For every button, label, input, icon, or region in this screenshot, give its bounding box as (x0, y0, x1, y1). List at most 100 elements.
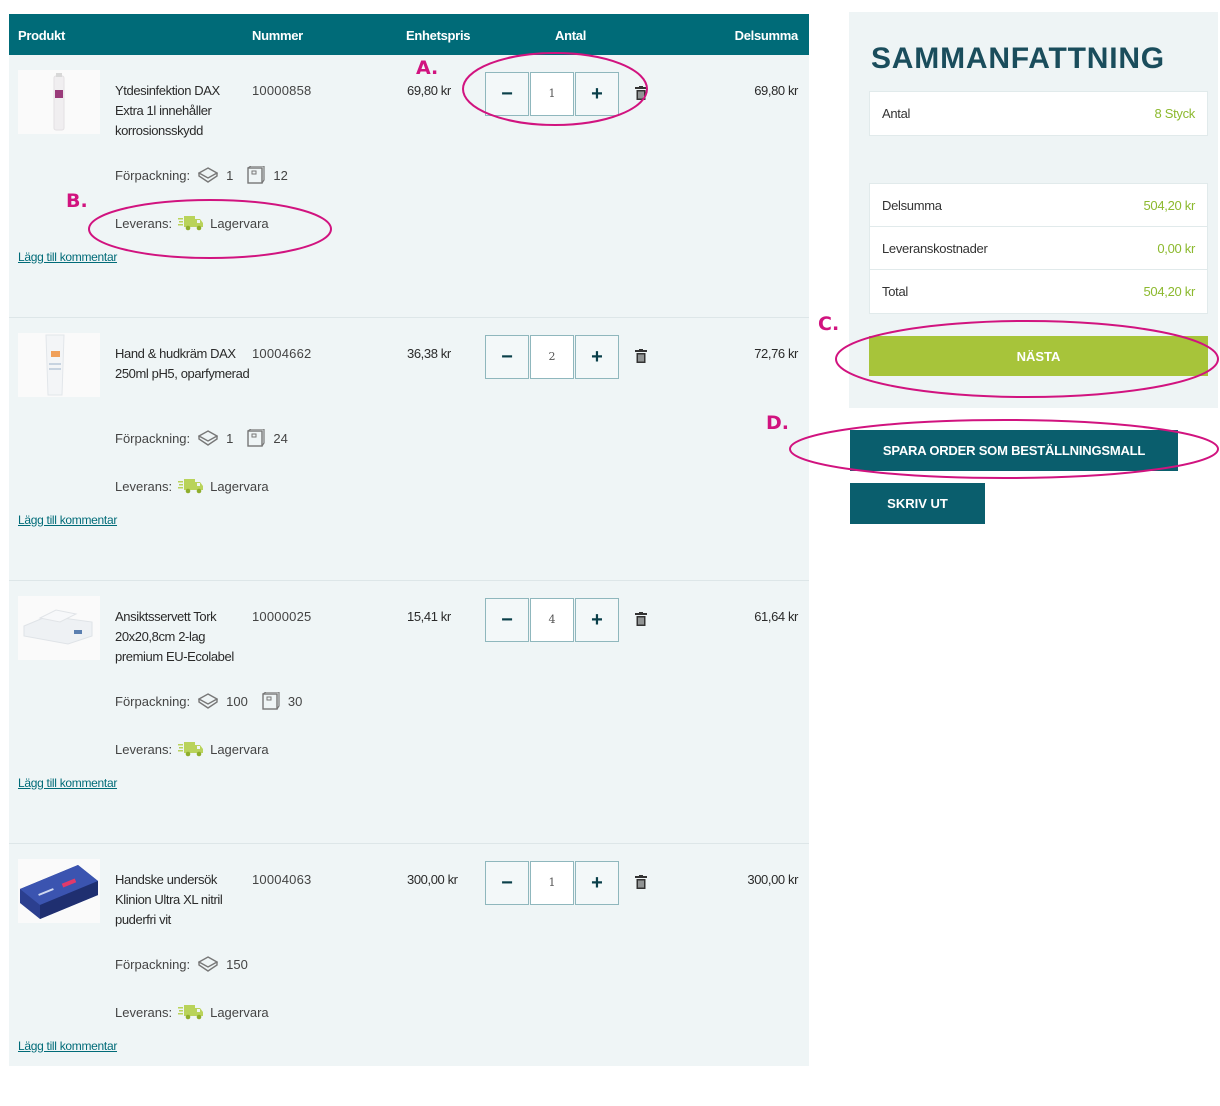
count-label: Antal (882, 106, 911, 121)
package-icon (198, 430, 219, 446)
subtotal-label: Delsumma (882, 197, 942, 213)
print-button[interactable]: SKRIV UT (850, 483, 985, 524)
shipping-value: 0,00 kr (1157, 240, 1195, 256)
annotation-label-c: C. (818, 313, 840, 335)
next-button[interactable]: NÄSTA (869, 336, 1208, 376)
pack-units: 150 (226, 956, 248, 972)
trash-icon[interactable] (635, 875, 647, 889)
product-name[interactable]: Hand & hudkräm DAX 250ml pH5, oparfymera… (115, 344, 250, 384)
increase-quantity-button[interactable]: + (575, 335, 619, 379)
packaging-label: Förpackning: (115, 430, 191, 446)
package-icon (198, 167, 219, 183)
annotation-label-b: B. (66, 190, 88, 212)
delivery-status: Lagervara (210, 215, 269, 231)
pack-units: 1 (226, 167, 234, 183)
cart-row: Ansiktsservett Tork 20x20,8cm 2-lag prem… (9, 581, 809, 843)
delivery-label: Leverans: (115, 478, 173, 494)
packaging-label: Förpackning: (115, 693, 191, 709)
delivery-info: Leverans: Lagervara (115, 476, 269, 496)
total-value: 504,20 kr (1143, 284, 1195, 299)
add-comment-link[interactable]: Lägg till kommentar (18, 250, 117, 264)
plus-icon: + (591, 345, 603, 368)
plus-icon: + (591, 82, 603, 105)
add-comment-link[interactable]: Lägg till kommentar (18, 513, 117, 527)
packaging-label: Förpackning: (115, 167, 191, 183)
product-name[interactable]: Handske undersök Klinion Ultra XL nitril… (115, 870, 250, 930)
unit-price: 300,00 kr (407, 872, 458, 887)
increase-quantity-button[interactable]: + (575, 72, 619, 116)
truck-icon (178, 1005, 204, 1020)
save-order-template-button[interactable]: SPARA ORDER SOM BESTÄLLNINGSMALL (850, 430, 1178, 471)
minus-icon: − (501, 871, 513, 894)
product-name[interactable]: Ansiktsservett Tork 20x20,8cm 2-lag prem… (115, 607, 250, 667)
product-image (18, 70, 100, 134)
delivery-label: Leverans: (115, 741, 173, 757)
delivery-label: Leverans: (115, 215, 173, 231)
row-subtotal: 69,80 kr (754, 83, 798, 98)
delivery-status: Lagervara (210, 478, 269, 494)
packaging-label: Förpackning: (115, 956, 191, 972)
annotation-label-d: D. (766, 412, 789, 434)
truck-icon (178, 216, 204, 231)
increase-quantity-button[interactable]: + (575, 861, 619, 905)
product-image (18, 333, 100, 397)
package-icon (198, 956, 219, 972)
product-name[interactable]: Ytdesinfektion DAX Extra 1l innehåller k… (115, 81, 250, 141)
pack-box: 30 (287, 693, 303, 709)
order-summary: SAMMANFATTNING Antal 8 Styck Delsumma 50… (849, 12, 1218, 408)
minus-icon: − (501, 345, 513, 368)
summary-shipping-row: Leveranskostnader 0,00 kr (870, 227, 1207, 270)
shipping-label: Leveranskostnader (882, 240, 988, 256)
pack-box: 12 (273, 167, 288, 183)
plus-icon: + (591, 871, 603, 894)
unit-price: 69,80 kr (407, 83, 451, 98)
unit-price: 36,38 kr (407, 346, 451, 361)
truck-icon (178, 742, 204, 757)
trash-icon[interactable] (635, 86, 647, 100)
decrease-quantity-button[interactable]: − (485, 598, 529, 642)
annotation-label-a: A. (416, 57, 439, 79)
delivery-info: Leverans: Lagervara (115, 739, 269, 759)
summary-total-row: Total 504,20 kr (870, 270, 1207, 313)
product-number: 10004662 (252, 346, 312, 361)
plus-icon: + (591, 608, 603, 631)
subtotal-value: 504,20 kr (1143, 197, 1195, 213)
pack-units: 1 (226, 430, 234, 446)
trash-icon[interactable] (635, 349, 647, 363)
summary-title: SAMMANFATTNING (871, 42, 1165, 75)
summary-subtotal-row: Delsumma 504,20 kr (870, 184, 1207, 227)
decrease-quantity-button[interactable]: − (485, 72, 529, 116)
cart-row: Ytdesinfektion DAX Extra 1l innehåller k… (9, 55, 809, 317)
row-subtotal: 300,00 kr (747, 872, 798, 887)
minus-icon: − (501, 82, 513, 105)
cart-row: Hand & hudkräm DAX 250ml pH5, oparfymera… (9, 318, 809, 580)
delivery-info: Leverans: Lagervara (115, 213, 269, 233)
decrease-quantity-button[interactable]: − (485, 861, 529, 905)
cart-row: Handske undersök Klinion Ultra XL nitril… (9, 844, 809, 1106)
summary-count-box: Antal 8 Styck (869, 91, 1208, 136)
packaging-info: Förpackning: 100 30 (115, 691, 302, 711)
increase-quantity-button[interactable]: + (575, 598, 619, 642)
delivery-info: Leverans: Lagervara (115, 1002, 269, 1022)
delivery-status: Lagervara (210, 741, 269, 757)
product-number: 10000858 (252, 83, 312, 98)
quantity-input[interactable]: 4 (530, 598, 574, 642)
summary-totals-box: Delsumma 504,20 kr Leveranskostnader 0,0… (869, 183, 1208, 314)
pack-box: 24 (273, 430, 288, 446)
trash-icon[interactable] (635, 612, 647, 626)
quantity-input[interactable]: 1 (530, 861, 574, 905)
delivery-status: Lagervara (210, 1004, 269, 1020)
packaging-info: Förpackning: 1 24 (115, 428, 288, 448)
count-value: 8 Styck (1154, 106, 1195, 121)
add-comment-link[interactable]: Lägg till kommentar (18, 776, 117, 790)
header-quantity: Antal (555, 28, 587, 43)
product-image (18, 859, 100, 923)
decrease-quantity-button[interactable]: − (485, 335, 529, 379)
quantity-input[interactable]: 2 (530, 335, 574, 379)
quantity-input[interactable]: 1 (530, 72, 574, 116)
package-icon (198, 693, 219, 709)
header-subtotal: Delsumma (734, 28, 799, 43)
header-number: Nummer (252, 28, 303, 43)
box-icon (262, 692, 280, 710)
add-comment-link[interactable]: Lägg till kommentar (18, 1039, 117, 1053)
